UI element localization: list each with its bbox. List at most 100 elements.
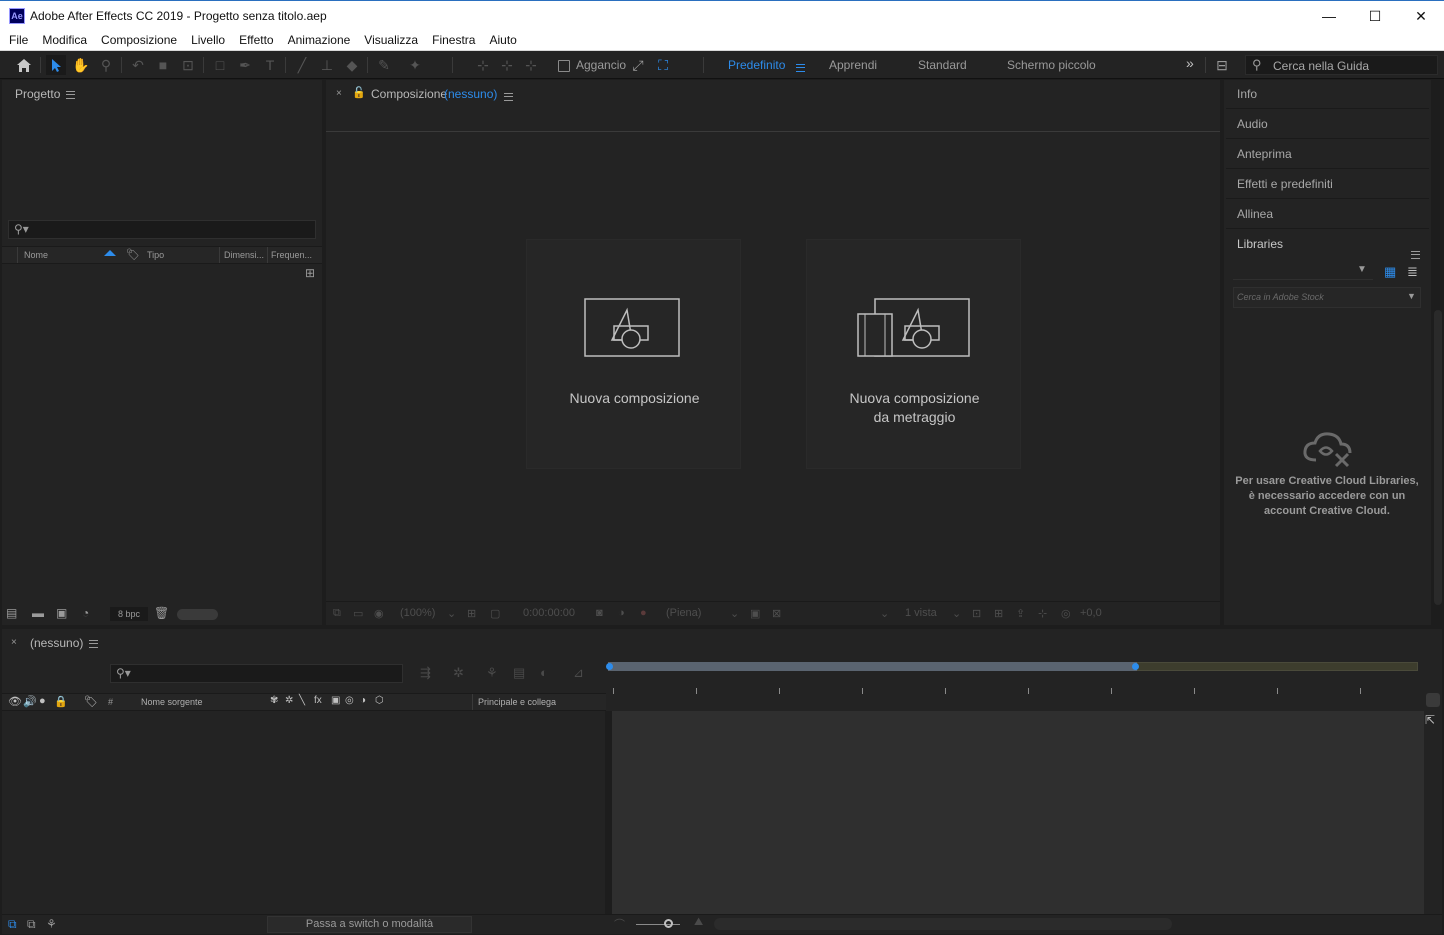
layer-number-column[interactable]: #	[108, 697, 113, 707]
color-depth-button[interactable]: 8 bpc	[110, 607, 148, 621]
graph-editor-icon[interactable]: ⊿	[573, 665, 584, 681]
project-search-input[interactable]: ⚲▾	[8, 220, 316, 239]
library-select[interactable]: ▼	[1233, 262, 1373, 280]
collapse-switch-icon[interactable]: ✲	[285, 695, 293, 706]
label-tag-icon[interactable]: 🏷	[126, 248, 140, 261]
right-scrollbar-thumb[interactable]	[1434, 310, 1442, 605]
timeline-tab[interactable]: (nessuno)	[30, 636, 99, 650]
timeline-menu-icon[interactable]	[89, 639, 99, 648]
close-window-button[interactable]: ✕	[1398, 1, 1444, 31]
grid-icon[interactable]: ⊞	[467, 603, 476, 623]
more-workspaces-icon[interactable]: »	[1186, 55, 1194, 71]
timeline-divider[interactable]	[605, 711, 612, 914]
grid-view-icon[interactable]: ▦	[1384, 264, 1396, 280]
timeline-zoom-slider[interactable]	[636, 924, 680, 925]
menu-file[interactable]: File	[2, 30, 35, 50]
in-out-panes-icon[interactable]: ⚘	[46, 917, 57, 931]
puppet-tool-icon[interactable]: ✦	[405, 55, 425, 75]
draft-3d-icon[interactable]: ⊞	[994, 603, 1003, 623]
roto-brush-tool-icon[interactable]: ✎	[374, 55, 394, 75]
right-scrollbar[interactable]	[1433, 80, 1443, 625]
clone-stamp-tool-icon[interactable]: ⊥	[317, 55, 337, 75]
fast-preview-icon[interactable]: ▣	[750, 603, 760, 623]
effects-switch-icon[interactable]: fx	[314, 695, 322, 706]
exposure-value[interactable]: +0,0	[1080, 603, 1102, 623]
snap-checkbox[interactable]	[558, 60, 570, 72]
resolution-select[interactable]: (Piena)	[666, 603, 701, 623]
work-area-end-handle[interactable]	[1132, 663, 1139, 670]
snap-edges-icon[interactable]: ⤢	[628, 55, 648, 75]
sort-ascending-icon[interactable]	[104, 250, 116, 256]
workspace-menu-icon[interactable]	[796, 60, 805, 74]
workspace-layout-icon[interactable]: ⊟	[1212, 55, 1232, 75]
composition-tab-label[interactable]: Composizione	[371, 87, 447, 101]
transfer-controls-icon[interactable]: ⧉	[27, 917, 36, 932]
adjustment-layer-switch-icon[interactable]: ◑	[360, 695, 366, 706]
toggle-switches-modes-button[interactable]: Passa a switch o modalità	[267, 916, 472, 933]
menu-finestra[interactable]: Finestra	[425, 30, 482, 50]
interpret-footage-icon[interactable]: ▤	[6, 606, 17, 620]
new-folder-icon[interactable]: ▬	[32, 606, 44, 620]
close-tab-icon[interactable]: ×	[11, 637, 17, 648]
workspace-apprendi[interactable]: Apprendi	[829, 58, 877, 72]
display-icon[interactable]: ▭	[353, 603, 363, 623]
flowchart-icon[interactable]: ⊹	[1038, 603, 1047, 623]
parent-link-column[interactable]: Principale e collega	[478, 697, 556, 707]
motion-blur-switch-icon[interactable]: ◎	[345, 695, 354, 706]
exposure-reset-icon[interactable]: ◎	[1061, 603, 1071, 623]
brush-tool-icon[interactable]: ╱	[292, 55, 312, 75]
transparency-grid-icon[interactable]: ⊠	[772, 603, 781, 623]
selection-tool-icon[interactable]	[46, 55, 66, 75]
solo-icon[interactable]: ●	[39, 695, 46, 707]
timeline-link-icon[interactable]: ⇪	[1016, 603, 1025, 623]
project-panel-menu-icon[interactable]	[66, 90, 76, 99]
snapshot-icon[interactable]: ◙	[596, 603, 603, 623]
new-composition-card[interactable]: Nuova composizione	[526, 239, 741, 469]
home-icon[interactable]	[14, 55, 34, 75]
workspace-standard[interactable]: Standard	[918, 58, 967, 72]
pen-tool-icon[interactable]: ✒	[235, 55, 255, 75]
minimize-button[interactable]: —	[1306, 1, 1352, 31]
motion-blur-icon[interactable]: ◐	[540, 665, 548, 680]
menu-effetto[interactable]: Effetto	[232, 30, 280, 50]
menu-livello[interactable]: Livello	[184, 30, 232, 50]
work-area-range[interactable]	[608, 662, 1137, 671]
magnification-select[interactable]: (100%)	[400, 603, 435, 623]
timeline-search-input[interactable]: ⚲▾	[110, 664, 403, 683]
workspace-predefinito[interactable]: Predefinito	[728, 58, 785, 72]
panel-info[interactable]: Info	[1226, 80, 1429, 109]
zoom-tool-icon[interactable]: ⚲	[96, 55, 116, 75]
frame-blend-switch-icon[interactable]: ▣	[331, 695, 340, 706]
menu-visualizza[interactable]: Visualizza	[357, 30, 425, 50]
libraries-title[interactable]: Libraries	[1237, 237, 1283, 251]
audio-icon[interactable]: 🔊	[23, 695, 37, 708]
panel-allinea[interactable]: Allinea	[1226, 200, 1429, 229]
always-preview-icon[interactable]: ⧉	[333, 603, 341, 623]
label-tag-icon[interactable]: 🏷	[84, 695, 98, 708]
view-axis-icon[interactable]: ⊹	[521, 55, 541, 75]
timeline-zoom-handle[interactable]	[664, 919, 673, 928]
rotate-tool-icon[interactable]: ↶	[128, 55, 148, 75]
trash-icon[interactable]: 🗑	[154, 606, 169, 620]
composition-menu-icon[interactable]	[498, 89, 513, 103]
snap-features-icon[interactable]: ⛶	[653, 55, 673, 75]
close-tab-icon[interactable]: ×	[336, 88, 342, 99]
work-area-start-handle[interactable]	[606, 663, 613, 670]
thumbnail-slider[interactable]	[177, 609, 218, 620]
panel-audio[interactable]: Audio	[1226, 110, 1429, 139]
project-panel-title[interactable]: Progetto	[15, 87, 76, 101]
eraser-tool-icon[interactable]: ◆	[342, 55, 362, 75]
quality-switch-icon[interactable]: ╲	[299, 695, 305, 706]
menu-modifica[interactable]: Modifica	[35, 30, 94, 50]
zoom-in-icon[interactable]: ⛰	[694, 916, 703, 929]
comp-marker-bin-icon[interactable]	[1426, 693, 1440, 707]
panel-anteprima[interactable]: Anteprima	[1226, 140, 1429, 169]
source-name-column[interactable]: Nome sorgente	[141, 697, 203, 707]
list-view-icon[interactable]: ≣	[1407, 264, 1418, 280]
column-nome[interactable]: Nome	[24, 250, 48, 260]
frame-blending-icon[interactable]: ▤	[513, 665, 525, 681]
pan-behind-tool-icon[interactable]: ⊡	[178, 55, 198, 75]
composition-flowchart-icon[interactable]: ⇶	[420, 665, 431, 681]
mask-visibility-icon[interactable]: ◉	[374, 603, 384, 623]
view-layout-select[interactable]: 1 vista	[905, 603, 937, 623]
